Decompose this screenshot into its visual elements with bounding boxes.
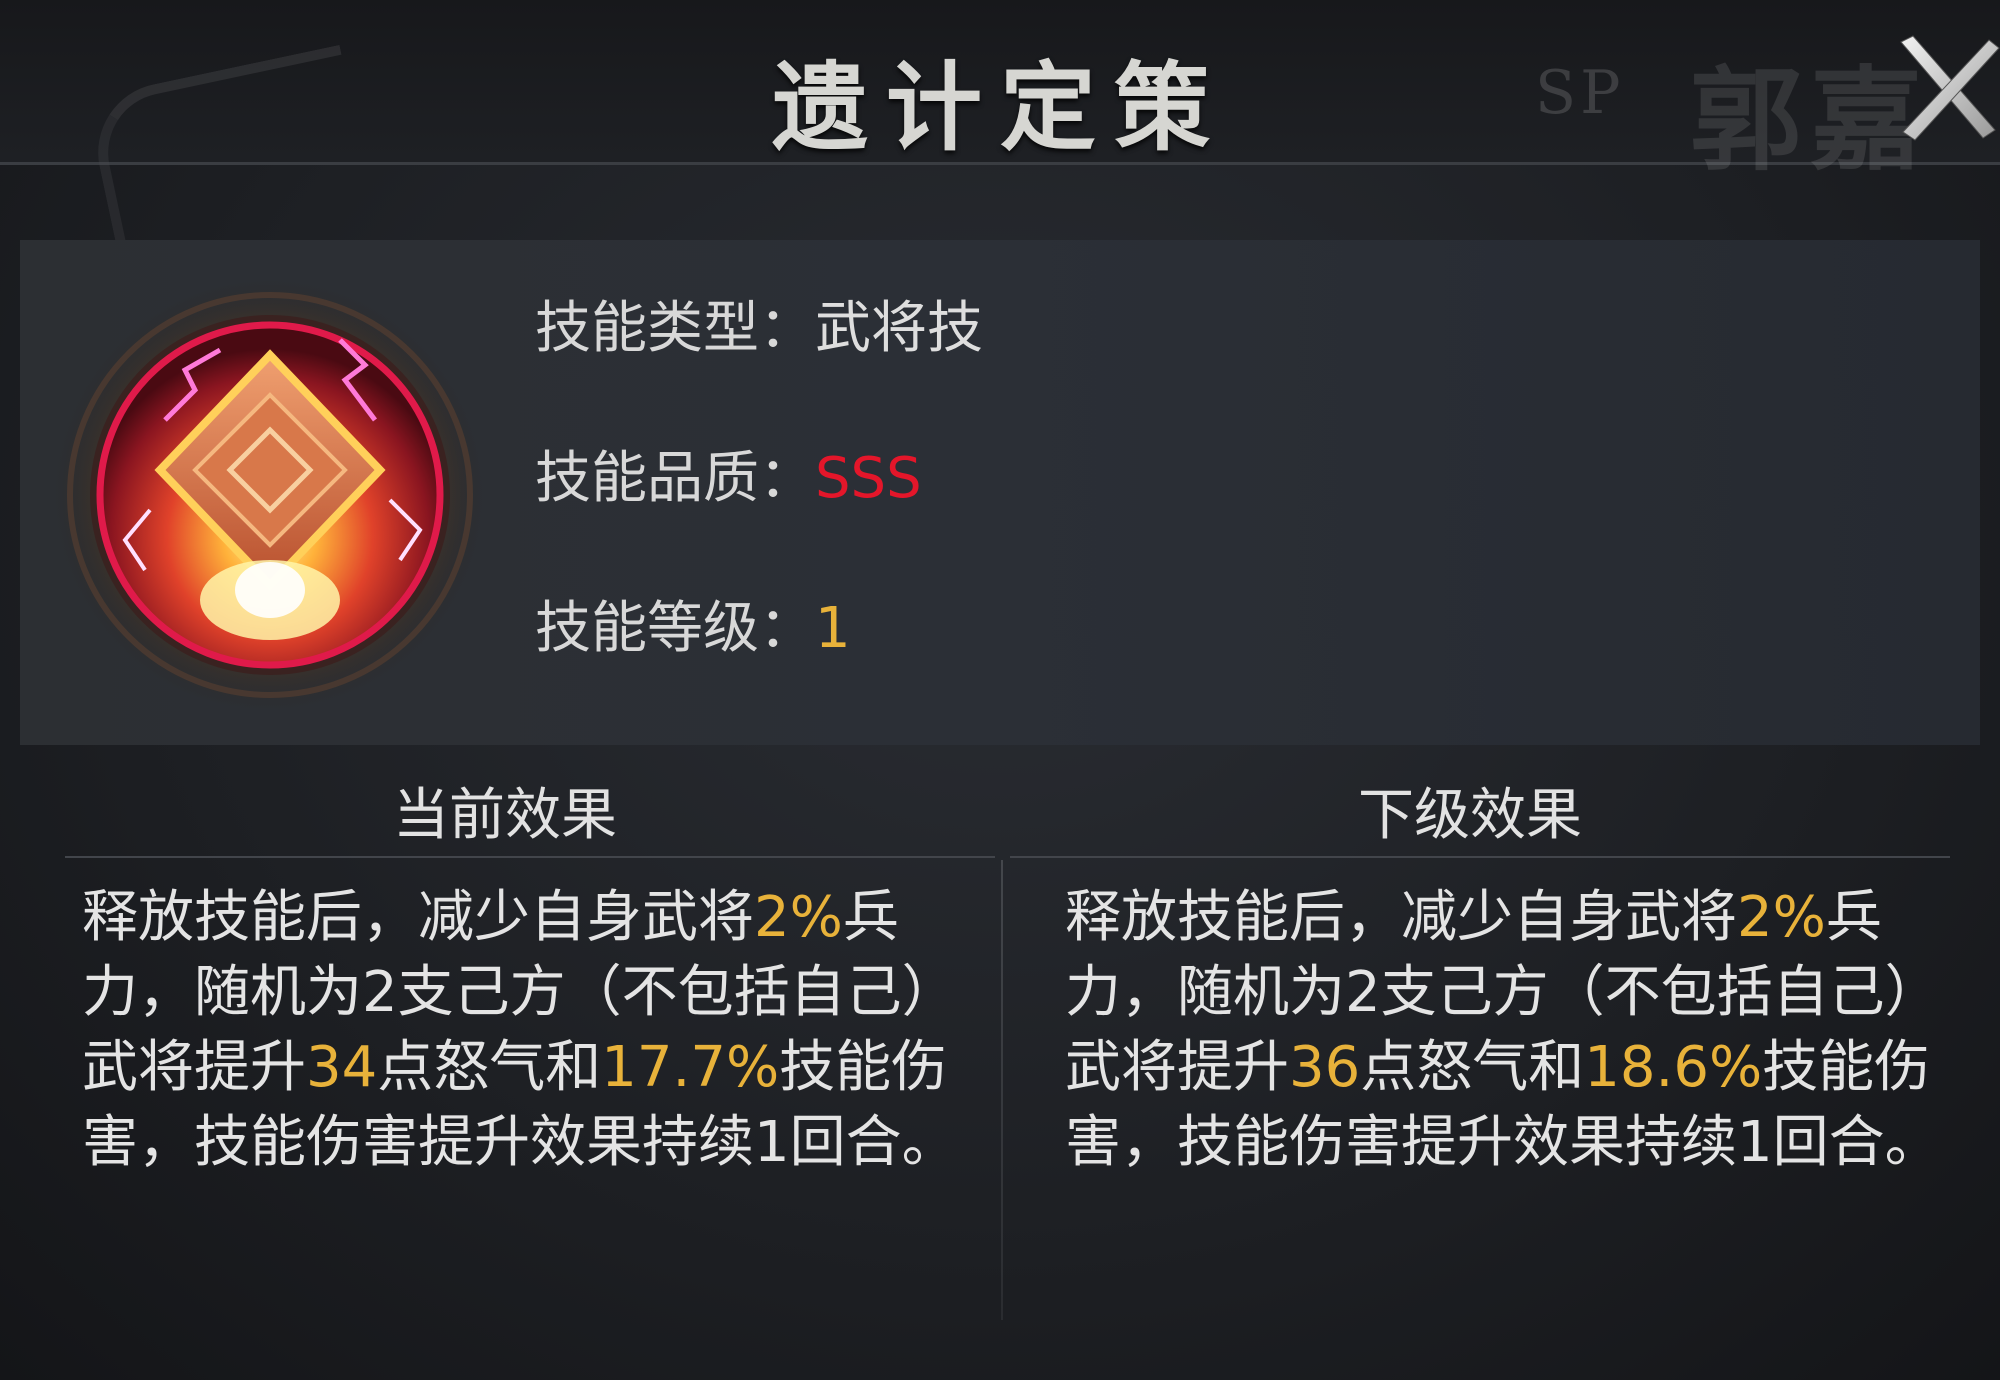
current-value-troop: 2% [754,885,843,950]
skill-type-value: 武将技 [815,296,983,361]
current-value-rage: 34 [306,1035,378,1100]
skill-detail-panel: 遗计定策 SP 郭嘉 技能类型：武将技 技能品质：SSS 技能等级：1 当前效果… [0,0,2000,1380]
skill-quality-label: 技能品质： [535,446,815,511]
next-effect-description: 释放技能后，减少自身武将2%兵力，随机为2支己方（不包括自己）武将提升36点怒气… [1065,880,1945,1180]
close-button[interactable] [1895,30,2000,145]
skill-level-value: 1 [815,596,851,661]
header-bar: 遗计定策 SP 郭嘉 [0,0,2000,266]
next-text-3: 点怒气和 [1360,1035,1585,1100]
skill-diamond-lightning-icon [55,280,485,710]
next-value-troop: 2% [1737,885,1826,950]
sp-watermark: SP [1535,58,1625,128]
skill-quality-value: SSS [815,446,922,511]
current-heading-underline [65,856,995,858]
skill-quality-row: 技能品质：SSS [535,433,922,514]
current-text-3: 点怒气和 [377,1035,602,1100]
next-value-rage: 36 [1289,1035,1361,1100]
skill-type-row: 技能类型：武将技 [535,283,983,364]
skill-level-label: 技能等级： [535,596,815,661]
current-effect-heading: 当前效果 [393,783,617,848]
current-text-1: 释放技能后，减少自身武将 [82,885,754,950]
current-value-damage: 17.7% [601,1035,780,1100]
close-icon [1900,35,2000,141]
skill-level-row: 技能等级：1 [535,583,851,664]
current-effect-description: 释放技能后，减少自身武将2%兵力，随机为2支己方（不包括自己）武将提升34点怒气… [82,880,962,1180]
next-heading-underline [1010,856,1950,858]
next-text-1: 释放技能后，减少自身武将 [1065,885,1737,950]
column-divider [1001,860,1003,1320]
next-value-damage: 18.6% [1584,1035,1763,1100]
skill-type-label: 技能类型： [535,296,815,361]
next-effect-heading: 下级效果 [1358,783,1582,848]
